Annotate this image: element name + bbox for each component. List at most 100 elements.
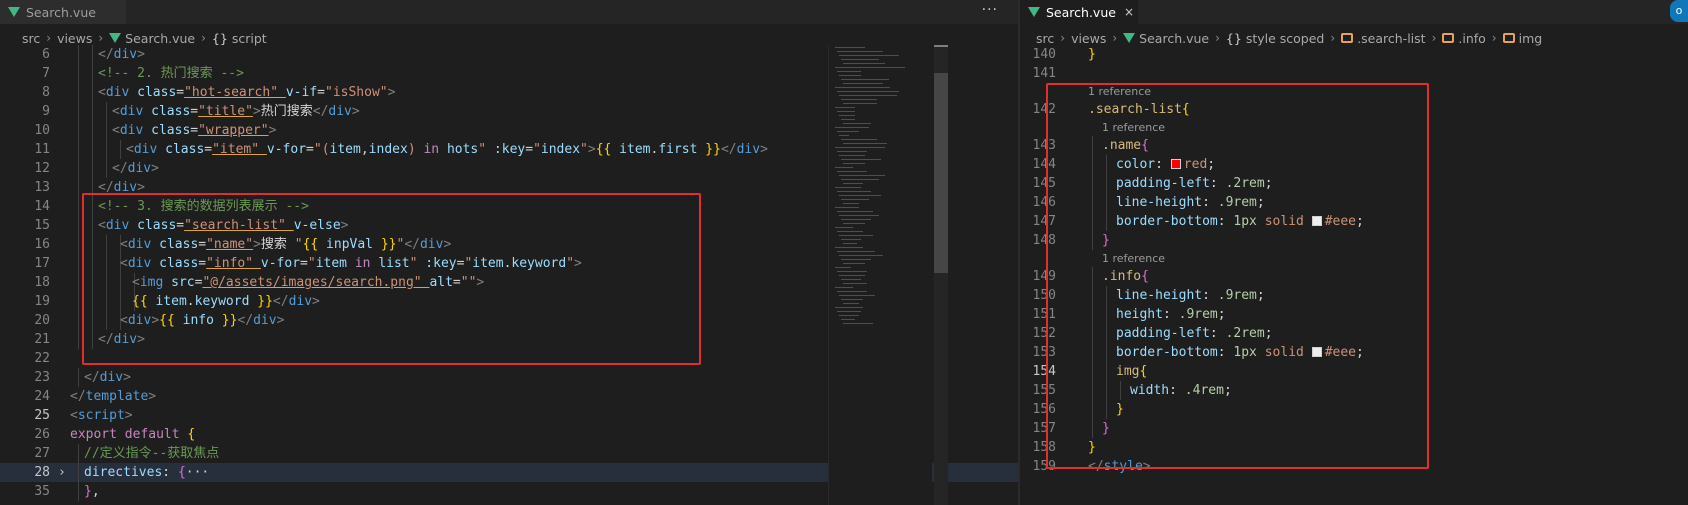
code-line[interactable]: 142 .search-list{ [1020,100,1688,119]
code-token: keyword [194,294,258,309]
minimap-line [843,323,873,324]
code-line[interactable]: 144 color: red; [1020,155,1688,174]
code-token: < [98,218,106,233]
indent-guide [78,273,79,292]
code-line[interactable]: 152 padding-left: .2rem; [1020,324,1688,343]
code-line[interactable]: 148} [1020,231,1688,250]
breadcrumb-item[interactable]: src [1036,31,1054,46]
minimap-line [837,91,899,92]
code-token: div [328,104,352,119]
minimap-line [837,251,875,252]
code-line-text: <div class="search-list" v-else> [98,216,348,235]
line-number: 141 [1032,66,1056,81]
vue-file-icon [8,7,20,17]
line-number: 150 [1032,288,1056,303]
chevron-right-icon: › [1431,31,1437,45]
code-token: "item" [212,142,267,157]
breadcrumb-item[interactable]: views [57,31,92,46]
reference-codelens[interactable]: 1 reference [1020,119,1688,136]
code-line[interactable]: 145 padding-left: .2rem; [1020,174,1688,193]
close-icon[interactable]: × [1124,5,1134,19]
code-token: 1px [1233,214,1265,229]
copilot-badge[interactable]: o [1670,0,1688,22]
breadcrumb-item[interactable]: .info [1442,31,1486,46]
minimap-line [841,179,879,180]
indent-guide [92,159,93,178]
minimap-line [839,275,865,276]
code-line[interactable]: 147 border-bottom: 1px solid #eee; [1020,212,1688,231]
code-line[interactable]: 150 line-height: .9rem; [1020,286,1688,305]
fold-chevron-icon[interactable]: › [58,463,66,482]
more-actions-icon[interactable]: ··· [982,2,998,18]
code-line[interactable]: 151 height: .9rem; [1020,305,1688,324]
minimap-line [837,171,867,172]
minimap-line [841,59,879,60]
scrollbar-position-marker [934,45,948,47]
code-token: : [1209,176,1226,191]
code-token: = [300,256,308,271]
vue-file-icon [1028,7,1040,17]
code-line-text: </div> [98,178,145,197]
line-number: 153 [1032,345,1056,360]
minimap-line [841,219,871,220]
code-line[interactable]: 143 .name{ [1020,136,1688,155]
reference-codelens[interactable]: 1 reference [1020,250,1688,267]
breadcrumb-label: img [1518,30,1543,46]
breadcrumb-item[interactable]: .search-list [1341,31,1426,46]
reference-codelens[interactable]: 1 reference [1020,83,1688,100]
code-token: = [306,142,314,157]
minimap-line [843,283,867,284]
scrollbar-thumb[interactable] [934,73,948,273]
minimap[interactable] [828,45,932,505]
code-line[interactable]: 159 </style> [1020,457,1688,476]
indent-guide [92,121,93,140]
minimap-line [843,163,865,164]
minimap-line [843,203,859,204]
color-swatch-icon[interactable] [1170,159,1181,169]
tab-search-vue-left[interactable]: Search.vue [0,0,126,24]
breadcrumb-item[interactable]: {} script [212,31,267,46]
breadcrumb-item[interactable]: img [1502,30,1543,46]
breadcrumb-item[interactable]: Search.vue [1123,31,1209,46]
vertical-scrollbar[interactable] [934,45,948,505]
code-line[interactable]: 158} [1020,438,1688,457]
code-token: .4rem [1184,383,1224,398]
code-line[interactable]: 153 border-bottom: 1px solid #eee; [1020,343,1688,362]
code-line-text: } [1102,231,1110,250]
code-line[interactable]: 146 line-height: .9rem; [1020,193,1688,212]
code-token: </ [112,161,128,176]
breadcrumb-item[interactable]: {} style scoped [1226,31,1324,46]
minimap-line [839,255,883,256]
color-swatch-icon[interactable] [1311,216,1322,226]
code-line[interactable]: 157} [1020,419,1688,438]
breadcrumb-item[interactable]: Search.vue [109,31,195,46]
code-editor[interactable]: 140} 141 1 reference 142 .search-list{1 refe… [1020,45,1688,476]
code-line[interactable]: 156} [1020,400,1688,419]
code-line[interactable]: 155 width: .4rem; [1020,381,1688,400]
code-line[interactable]: 154 img{ [1020,362,1688,381]
code-token: { [187,427,196,442]
code-line[interactable]: 149 .info{ [1020,267,1688,286]
code-token: first [658,142,706,157]
line-number: 145 [1032,176,1056,191]
indent-guide [106,235,107,254]
code-token: </ [720,142,737,157]
code-token: <!-- 2. 热门搜索 --> [98,66,244,81]
color-swatch-icon[interactable] [1311,347,1322,357]
code-line[interactable]: 141 [1020,64,1688,83]
tab-search-vue-right[interactable]: Search.vue × [1020,0,1138,24]
indent-guide [78,197,79,216]
indent-guide [92,235,93,254]
code-token: template [85,389,149,404]
code-token: div [99,370,124,385]
breadcrumb-item[interactable]: src [22,31,40,46]
code-line[interactable]: 140} [1020,45,1688,64]
breadcrumb-label: src [1036,30,1055,46]
code-token: "hot-search" [184,85,286,100]
code-token: {{ [132,294,156,309]
minimap-line [837,231,863,232]
minimap-line [841,139,877,140]
active-tab-indicator [1020,23,1138,24]
breadcrumb-item[interactable]: views [1071,31,1106,46]
code-token: </ [98,180,114,195]
